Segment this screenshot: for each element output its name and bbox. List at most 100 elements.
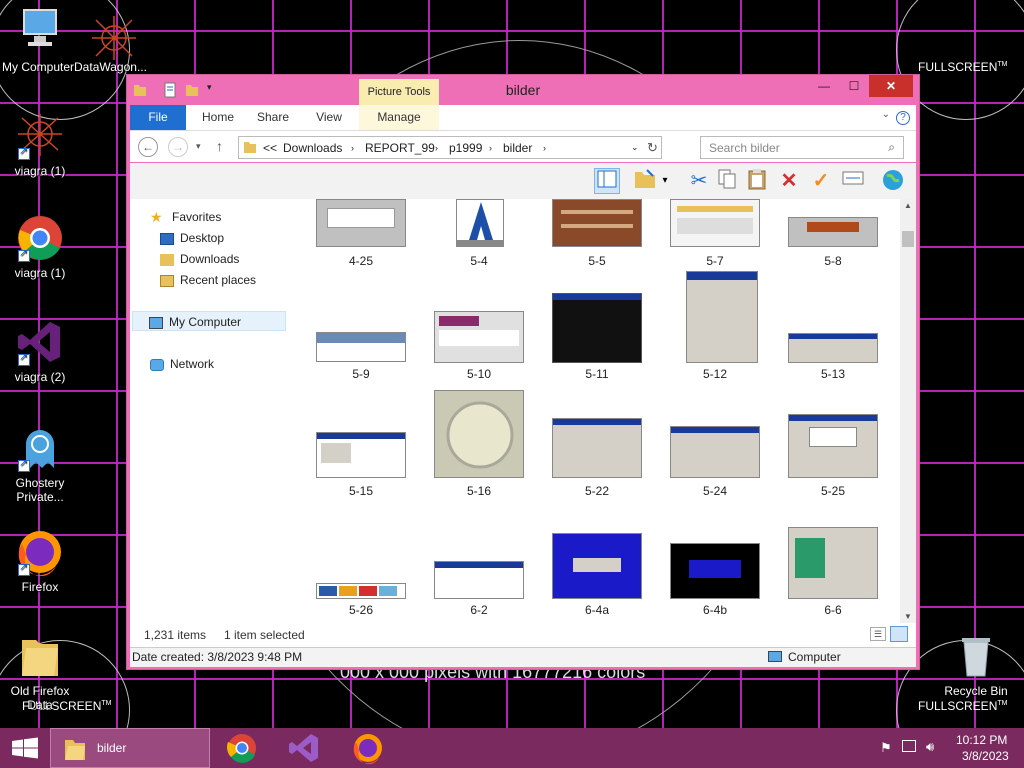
shortcut-arrow-icon bbox=[18, 562, 30, 576]
file-item-5-16[interactable]: 5-16 bbox=[420, 390, 538, 504]
breadcrumb-overflow[interactable]: << bbox=[263, 141, 277, 155]
help-icon[interactable]: ? bbox=[896, 111, 910, 125]
file-item-5-26[interactable]: 5-26 bbox=[302, 511, 420, 621]
file-thumbnail bbox=[456, 199, 504, 247]
thumbnail-view-icon[interactable] bbox=[890, 626, 908, 642]
desktop-icon-old-firefox-data[interactable]: Old Firefox Data bbox=[0, 632, 80, 712]
nav-downloads[interactable]: Downloads bbox=[160, 249, 239, 269]
forward-button[interactable]: → bbox=[168, 137, 188, 157]
ghostery-icon bbox=[16, 424, 64, 472]
copy-icon[interactable] bbox=[714, 168, 740, 194]
breadcrumb-report-99[interactable]: REPORT_99 bbox=[365, 141, 435, 155]
scroll-thumb[interactable] bbox=[902, 231, 914, 247]
file-item-5-13[interactable]: 5-13 bbox=[774, 277, 892, 387]
nav-label: Downloads bbox=[180, 252, 240, 266]
windows-logo-icon bbox=[12, 737, 38, 759]
file-item-5-22[interactable]: 5-22 bbox=[538, 394, 656, 504]
file-name: 6-4a bbox=[584, 603, 610, 617]
tab-file[interactable]: File bbox=[130, 105, 186, 130]
file-item-5-12[interactable]: 5-12 bbox=[656, 271, 774, 387]
file-item-5-9[interactable]: 5-9 bbox=[302, 277, 420, 387]
desktop-icon-firefox[interactable]: Firefox bbox=[0, 528, 80, 594]
folder-options-icon[interactable] bbox=[632, 168, 658, 194]
refresh-icon[interactable]: ↻ bbox=[647, 140, 658, 156]
nav-my-computer[interactable]: My Computer bbox=[132, 311, 286, 331]
address-dropdown-icon[interactable]: ⌄ bbox=[631, 142, 639, 153]
taskbar-chrome[interactable] bbox=[222, 728, 262, 768]
start-button[interactable] bbox=[0, 728, 50, 768]
nav-desktop[interactable]: Desktop bbox=[160, 228, 224, 248]
preview-pane-button[interactable] bbox=[594, 168, 620, 194]
navigation-pane: ★ Favorites Desktop Downloads Recent plac… bbox=[130, 199, 302, 623]
breadcrumb-bilder[interactable]: bilder bbox=[503, 141, 532, 155]
desktop-icon-ghostery[interactable]: Ghostery Private... bbox=[0, 424, 80, 504]
desktop-icon-viagra-1[interactable]: viagra (1) bbox=[0, 112, 80, 178]
nav-network[interactable]: Network bbox=[150, 354, 214, 374]
file-item-5-24[interactable]: 5-24 bbox=[656, 394, 774, 504]
scroll-down-icon[interactable]: ▼ bbox=[904, 612, 912, 621]
search-icon[interactable]: ⌕ bbox=[888, 140, 895, 155]
folder-icon bbox=[63, 736, 87, 765]
nav-recent-places[interactable]: Recent places bbox=[160, 270, 256, 290]
tab-view[interactable]: View bbox=[304, 105, 354, 130]
close-button[interactable]: ✕ bbox=[869, 75, 913, 97]
breadcrumb-p1999[interactable]: p1999 bbox=[449, 141, 482, 155]
properties-icon[interactable] bbox=[840, 168, 866, 194]
address-input[interactable]: << Downloads › REPORT_99 › p1999 › bilde… bbox=[238, 136, 662, 159]
file-item-6-2[interactable]: 6-2 bbox=[420, 511, 538, 621]
file-item-5-25[interactable]: 5-25 bbox=[774, 394, 892, 504]
title-bar[interactable]: ▾ Picture Tools bilder — ☐ ✕ bbox=[127, 75, 919, 107]
vertical-scrollbar[interactable]: ▲ ▼ bbox=[900, 199, 916, 623]
globe-icon[interactable] bbox=[880, 168, 906, 194]
delete-icon[interactable]: ✕ bbox=[776, 168, 802, 194]
file-item-6-4a[interactable]: 6-4a bbox=[538, 511, 656, 621]
file-item-6-6[interactable]: 6-6 bbox=[774, 511, 892, 621]
chevron-right-icon[interactable]: › bbox=[435, 143, 438, 153]
desktop-icon-viagra-1-chrome[interactable]: viagra (1) bbox=[0, 214, 80, 280]
file-item-5-11[interactable]: 5-11 bbox=[538, 277, 656, 387]
nav-label: Favorites bbox=[172, 210, 222, 224]
maximize-button[interactable]: ☐ bbox=[839, 75, 869, 97]
search-input[interactable]: Search bilder ⌕ bbox=[700, 136, 904, 159]
chevron-right-icon[interactable]: › bbox=[351, 143, 354, 153]
file-thumbnail bbox=[788, 527, 878, 599]
file-item-5-10[interactable]: 5-10 bbox=[420, 277, 538, 387]
paste-icon[interactable] bbox=[744, 168, 770, 194]
desktop-icon-recycle-bin[interactable]: Recycle Bin bbox=[936, 632, 1016, 698]
breadcrumb-downloads[interactable]: Downloads bbox=[283, 141, 342, 155]
back-button[interactable]: ← bbox=[138, 137, 158, 157]
details-view-icon[interactable]: ☰ bbox=[870, 627, 886, 641]
checkmark-icon[interactable]: ✓ bbox=[808, 168, 834, 194]
taskbar-visual-studio[interactable] bbox=[284, 728, 324, 768]
clock-date[interactable]: 3/8/2023 bbox=[962, 749, 1009, 763]
desktop-icon-my-computer[interactable]: My ComputerDataWagon... bbox=[0, 8, 160, 74]
chevron-right-icon[interactable]: › bbox=[489, 143, 492, 153]
tab-home[interactable]: Home bbox=[190, 105, 246, 130]
clock-time[interactable]: 10:12 PM bbox=[956, 733, 1007, 747]
folder-icon bbox=[243, 140, 257, 157]
minimize-button[interactable]: — bbox=[809, 75, 839, 97]
flag-icon[interactable]: ⚑ bbox=[880, 740, 892, 756]
scroll-up-icon[interactable]: ▲ bbox=[904, 201, 912, 210]
chevron-down-icon[interactable]: ⌄ bbox=[882, 109, 890, 120]
taskbar-item-bilder[interactable]: bilder bbox=[50, 728, 210, 768]
recent-locations-icon[interactable]: ▾ bbox=[196, 141, 201, 152]
ribbon-tabs: File Home Share View Manage ⌄ ? bbox=[130, 105, 916, 130]
spider-icon bbox=[92, 16, 136, 60]
taskbar-firefox[interactable] bbox=[348, 728, 388, 768]
desktop-icon-label: Ghostery Private... bbox=[15, 476, 65, 504]
desktop-icon-viagra-2[interactable]: viagra (2) bbox=[0, 318, 80, 384]
up-arrow-icon[interactable]: ↑ bbox=[216, 138, 223, 154]
explorer-window[interactable]: ▾ Picture Tools bilder — ☐ ✕ File Home S… bbox=[126, 74, 920, 670]
network-icon[interactable] bbox=[902, 740, 916, 752]
desktop-icon-label: My ComputerDataWagon... bbox=[2, 60, 147, 74]
tab-manage[interactable]: Manage bbox=[359, 105, 439, 130]
file-item-6-4b[interactable]: 6-4b bbox=[656, 511, 774, 621]
tab-share[interactable]: Share bbox=[248, 105, 298, 130]
volume-icon[interactable]: 🔊︎ bbox=[926, 739, 934, 755]
chevron-right-icon[interactable]: › bbox=[543, 143, 546, 153]
file-item-5-15[interactable]: 5-15 bbox=[302, 394, 420, 504]
dropdown-icon[interactable]: ▾ bbox=[658, 168, 672, 194]
nav-favorites[interactable]: ★ Favorites bbox=[150, 207, 221, 227]
cut-icon[interactable]: ✂ bbox=[686, 168, 712, 194]
